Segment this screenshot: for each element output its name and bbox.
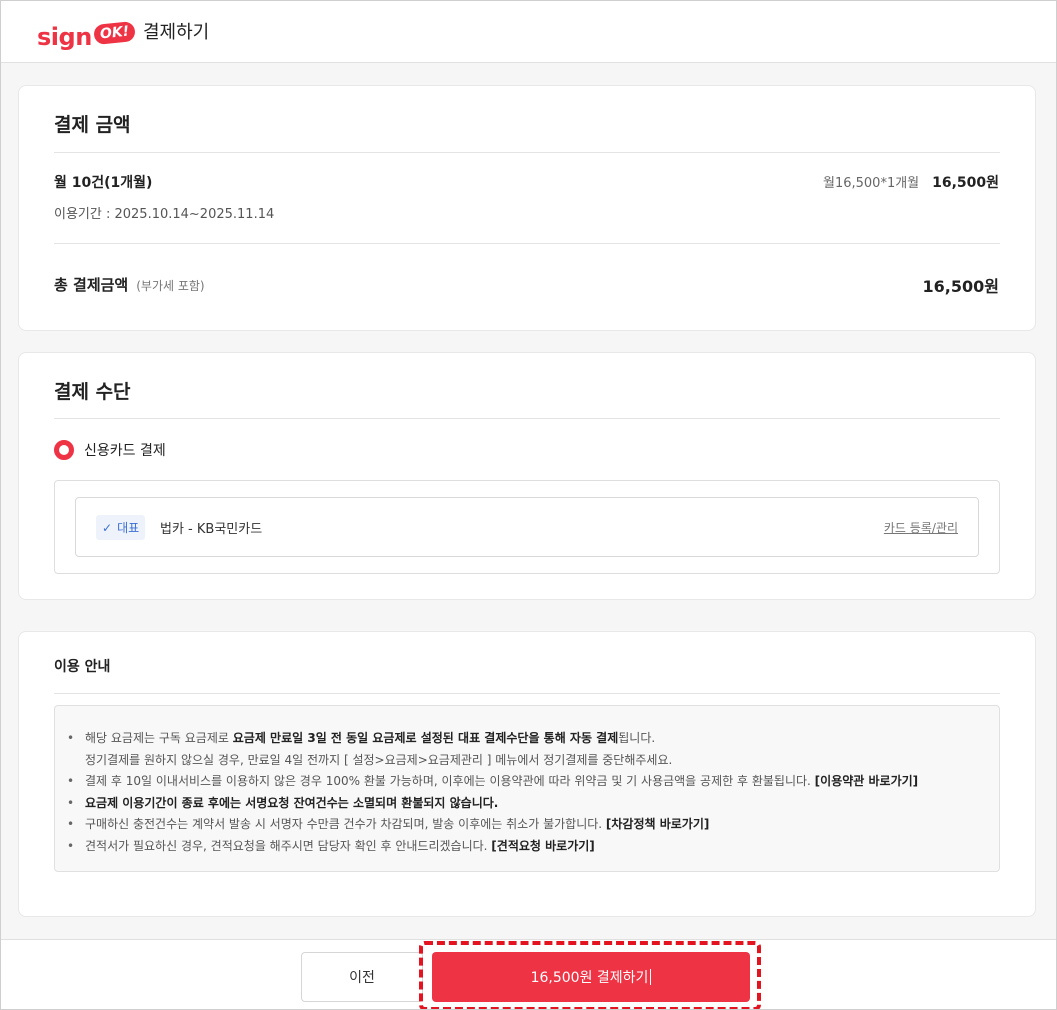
guide-item: 구매하신 충전건수는 계약서 발송 시 서명자 수만큼 건수가 차감되며, 발송…: [67, 814, 985, 836]
default-badge-label: 대표: [117, 521, 140, 535]
credit-card-option-label[interactable]: 신용카드 결제: [84, 440, 166, 460]
guide-text: 구매하신 충전건수는 계약서 발송 시 서명자 수만큼 건수가 차감되며, 발송…: [85, 817, 606, 831]
card-manage-link[interactable]: 카드 등록/관리: [884, 519, 958, 536]
guide-bold-text: 요금제 이용기간이 종료 후에는 서명요청 잔여건수는 소멸되며 환불되지 않습…: [85, 795, 499, 810]
usage-guide-list: 해당 요금제는 구독 요금제로 요금제 만료일 3일 전 동일 요금제로 설정된…: [67, 728, 985, 858]
logo-badge: OK!: [92, 20, 136, 46]
prev-button[interactable]: 이전: [301, 952, 423, 1002]
guide-text: 결제 후 10일 이내서비스를 이용하지 않은 경우 100% 환불 가능하며,…: [85, 774, 815, 788]
deduction-policy-link[interactable]: [차감정책 바로가기]: [606, 817, 709, 831]
terms-link[interactable]: [이용약관 바로가기]: [815, 774, 918, 788]
total-label: 총 결제금액 (부가세 포함): [54, 274, 205, 295]
guide-item: 견적서가 필요하신 경우, 견적요청을 해주시면 담당자 확인 후 안내드리겠습…: [67, 836, 985, 858]
header: sign OK! 결제하기: [1, 1, 1056, 63]
guide-bold-text: 요금제 만료일 3일 전 동일 요금제로 설정된 대표 결제수단을 통해 자동 …: [232, 731, 619, 745]
text-cursor: [650, 969, 652, 985]
quote-request-link[interactable]: [견적요청 바로가기]: [491, 839, 594, 853]
default-badge: ✓ 대표: [96, 515, 146, 540]
pay-button[interactable]: 16,500원 결제하기: [432, 952, 750, 1002]
payment-amount-title: 결제 금액: [54, 114, 131, 136]
page-frame: sign OK! 결제하기 결제 금액 월 10건(1개월) 이용기간 : 20…: [0, 0, 1057, 1010]
divider: [54, 418, 1000, 419]
pay-button-label: 16,500원 결제하기: [530, 970, 649, 986]
divider: [54, 152, 1000, 153]
guide-item: 요금제 이용기간이 종료 후에는 서명요청 잔여건수는 소멸되며 환불되지 않습…: [67, 793, 985, 815]
usage-guide-box: 해당 요금제는 구독 요금제로 요금제 만료일 3일 전 동일 요금제로 설정된…: [54, 705, 1000, 872]
payment-method-title: 결제 수단: [54, 381, 131, 403]
payment-amount-card: 결제 금액 월 10건(1개월) 이용기간 : 2025.10.14~2025.…: [18, 85, 1036, 331]
check-icon: ✓: [102, 520, 113, 535]
logo-text: sign: [37, 23, 92, 51]
divider: [54, 243, 1000, 244]
registered-card-row[interactable]: ✓ 대표 법카 - KB국민카드 카드 등록/관리: [75, 497, 979, 557]
divider: [54, 693, 1000, 694]
total-amount: 16,500원: [922, 277, 999, 296]
page-title: 결제하기: [143, 22, 210, 43]
radio-selected-icon[interactable]: [54, 440, 74, 460]
total-label-text: 총 결제금액: [54, 276, 129, 294]
plan-price: 16,500원: [932, 175, 999, 191]
guide-text: 됩니다.: [618, 731, 656, 745]
card-name: 법카 - KB국민카드: [160, 522, 263, 537]
payment-method-card: 결제 수단 신용카드 결제 ✓ 대표 법카 - KB국민카드 카드 등록/관리: [18, 352, 1036, 600]
usage-guide-title: 이용 안내: [54, 659, 111, 675]
plan-period: 이용기간 : 2025.10.14~2025.11.14: [54, 207, 275, 222]
guide-text: 해당 요금제는 구독 요금제로: [85, 731, 233, 745]
plan-name: 월 10건(1개월): [54, 175, 153, 191]
plan-unit-calc: 월16,500*1개월: [823, 176, 920, 191]
guide-item: 해당 요금제는 구독 요금제로 요금제 만료일 3일 전 동일 요금제로 설정된…: [67, 728, 985, 750]
usage-guide-card: 이용 안내 해당 요금제는 구독 요금제로 요금제 만료일 3일 전 동일 요금…: [18, 631, 1036, 917]
logo[interactable]: sign OK!: [37, 15, 136, 51]
guide-item: 정기결제를 원하지 않으실 경우, 만료일 4일 전까지 [ 설정>요금제>요금…: [85, 752, 673, 767]
guide-text: 견적서가 필요하신 경우, 견적요청을 해주시면 담당자 확인 후 안내드리겠습…: [85, 838, 492, 853]
vat-note: (부가세 포함): [136, 279, 205, 293]
footer-bar: 이전 16,500원 결제하기: [1, 939, 1056, 1009]
card-list-box: ✓ 대표 법카 - KB국민카드 카드 등록/관리: [54, 480, 1000, 574]
guide-item: 결제 후 10일 이내서비스를 이용하지 않은 경우 100% 환불 가능하며,…: [67, 771, 985, 793]
